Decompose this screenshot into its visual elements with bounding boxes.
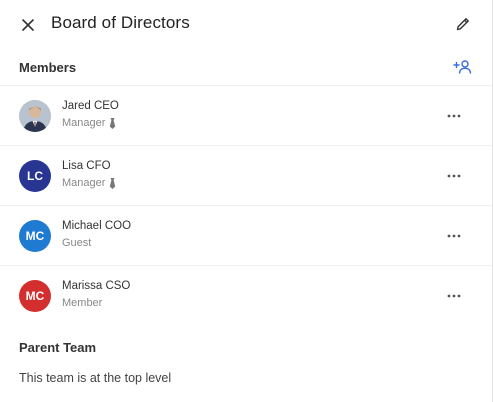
tie-icon — [110, 117, 116, 129]
avatar: MC — [19, 220, 51, 252]
avatar — [19, 100, 51, 132]
member-name: Lisa CFO — [62, 160, 111, 172]
avatar-initials: LC — [27, 169, 43, 183]
avatar: MC — [19, 280, 51, 312]
tie-icon — [110, 177, 116, 189]
member-more-button[interactable] — [444, 106, 464, 126]
members-section-label: Members — [19, 60, 77, 75]
team-details-panel: Board of Directors Members Jared CEO Man… — [0, 0, 493, 402]
avatar: LC — [19, 160, 51, 192]
member-more-button[interactable] — [444, 226, 464, 246]
member-role: Member — [62, 297, 102, 309]
member-role-label: Manager — [62, 177, 106, 189]
member-name: Michael COO — [62, 220, 132, 232]
add-member-button[interactable] — [452, 57, 474, 77]
parent-team-text: This team is at the top level — [19, 371, 172, 385]
member-role: Manager — [62, 177, 116, 189]
member-row[interactable]: MC Marissa CSO Member — [0, 265, 492, 324]
more-horizontal-icon — [447, 174, 461, 178]
person-photo-icon — [19, 100, 51, 132]
parent-team-section-label: Parent Team — [19, 340, 97, 355]
member-more-button[interactable] — [444, 286, 464, 306]
panel-header: Board of Directors — [0, 0, 492, 48]
member-name: Marissa CSO — [62, 280, 131, 292]
member-name: Jared CEO — [62, 100, 119, 112]
avatar-initials: MC — [25, 289, 45, 303]
member-role-label: Manager — [62, 117, 106, 129]
member-row[interactable]: MC Michael COO Guest — [0, 205, 492, 264]
member-role: Guest — [62, 237, 91, 249]
member-row[interactable]: Jared CEO Manager — [0, 85, 492, 144]
member-role-label: Guest — [62, 237, 92, 249]
avatar-initials: MC — [25, 229, 45, 243]
page-title: Board of Directors — [51, 13, 190, 32]
edit-button[interactable] — [452, 13, 474, 35]
close-icon — [22, 19, 34, 31]
add-person-icon — [453, 60, 472, 74]
pencil-icon — [456, 18, 469, 31]
more-horizontal-icon — [447, 294, 461, 298]
member-more-button[interactable] — [444, 166, 464, 186]
member-role: Manager — [62, 117, 116, 129]
member-role-label: Member — [62, 297, 103, 309]
more-horizontal-icon — [447, 114, 461, 118]
member-row[interactable]: LC Lisa CFO Manager — [0, 145, 492, 204]
more-horizontal-icon — [447, 234, 461, 238]
close-button[interactable] — [17, 14, 39, 36]
